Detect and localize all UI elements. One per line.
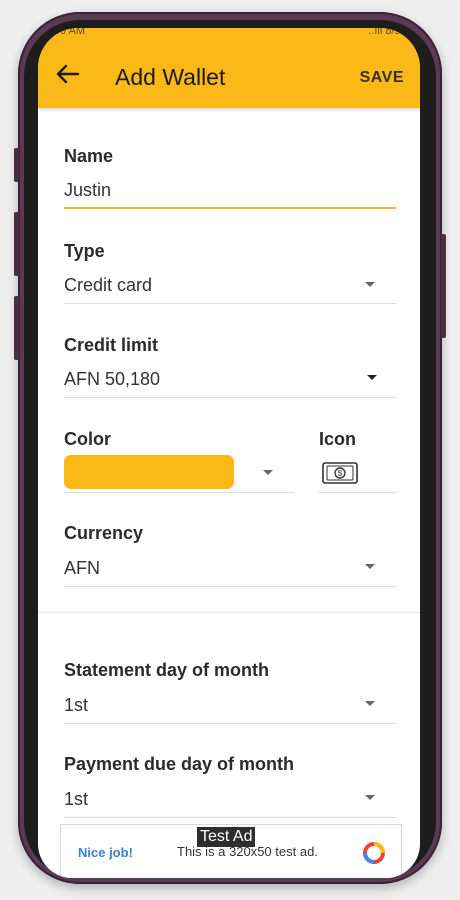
credit-limit-chevron-down-icon[interactable] [367, 375, 377, 380]
currency-select-underline [64, 586, 396, 587]
phone-volume-up-button [14, 212, 19, 276]
currency-select[interactable]: AFN [64, 558, 100, 579]
page-title: Add Wallet [115, 64, 226, 90]
app-screen: 9 AM ..ıll 8/s Add Wallet SAVE Name Just… [38, 28, 420, 878]
ad-nice-job-text: Nice job! [78, 845, 133, 860]
payment-due-day-label: Payment due day of month [64, 754, 295, 774]
section-divider [38, 612, 420, 613]
status-time: 9 AM [60, 28, 86, 37]
color-picker[interactable] [64, 455, 234, 489]
type-select-underline [64, 303, 396, 304]
payment-due-day-select[interactable]: 1st [64, 789, 88, 810]
svg-text:$: $ [338, 469, 343, 478]
icon-label: Icon [319, 429, 357, 449]
statement-day-chevron-down-icon[interactable] [365, 701, 375, 706]
color-picker-underline [64, 492, 294, 493]
status-icons: ..ıll 8/s [368, 28, 400, 37]
type-label: Type [64, 241, 105, 261]
currency-chevron-down-icon[interactable] [365, 564, 375, 569]
color-label: Color [64, 429, 111, 449]
credit-limit-underline [64, 397, 396, 398]
statement-day-select[interactable]: 1st [64, 695, 88, 716]
payment-due-day-underline [64, 817, 396, 818]
phone-side-button [14, 148, 19, 182]
phone-power-button [441, 234, 446, 338]
status-bar: 9 AM ..ıll 8/s [38, 28, 420, 40]
payment-due-day-chevron-down-icon[interactable] [365, 795, 375, 800]
test-ad-label: Test Ad [197, 827, 256, 847]
icon-picker-underline [319, 492, 397, 493]
save-button[interactable]: SAVE [360, 69, 404, 87]
credit-limit-label: Credit limit [64, 335, 159, 355]
currency-label: Currency [64, 523, 144, 543]
name-input[interactable]: Justin [64, 180, 111, 201]
banknote-icon[interactable]: $ [322, 462, 358, 484]
credit-limit-field[interactable]: AFN 50,180 [64, 369, 160, 390]
statement-day-label: Statement day of month [64, 660, 270, 680]
phone-volume-down-button [14, 296, 19, 360]
type-chevron-down-icon[interactable] [365, 282, 375, 287]
ad-logo-icon [363, 842, 385, 864]
statement-day-underline [64, 723, 396, 724]
name-label: Name [64, 146, 114, 166]
arrow-back-icon[interactable] [56, 64, 80, 84]
color-chevron-down-icon[interactable] [263, 470, 273, 475]
type-select[interactable]: Credit card [64, 275, 152, 296]
name-input-underline [64, 207, 396, 209]
app-bar: Add Wallet SAVE [38, 40, 420, 108]
